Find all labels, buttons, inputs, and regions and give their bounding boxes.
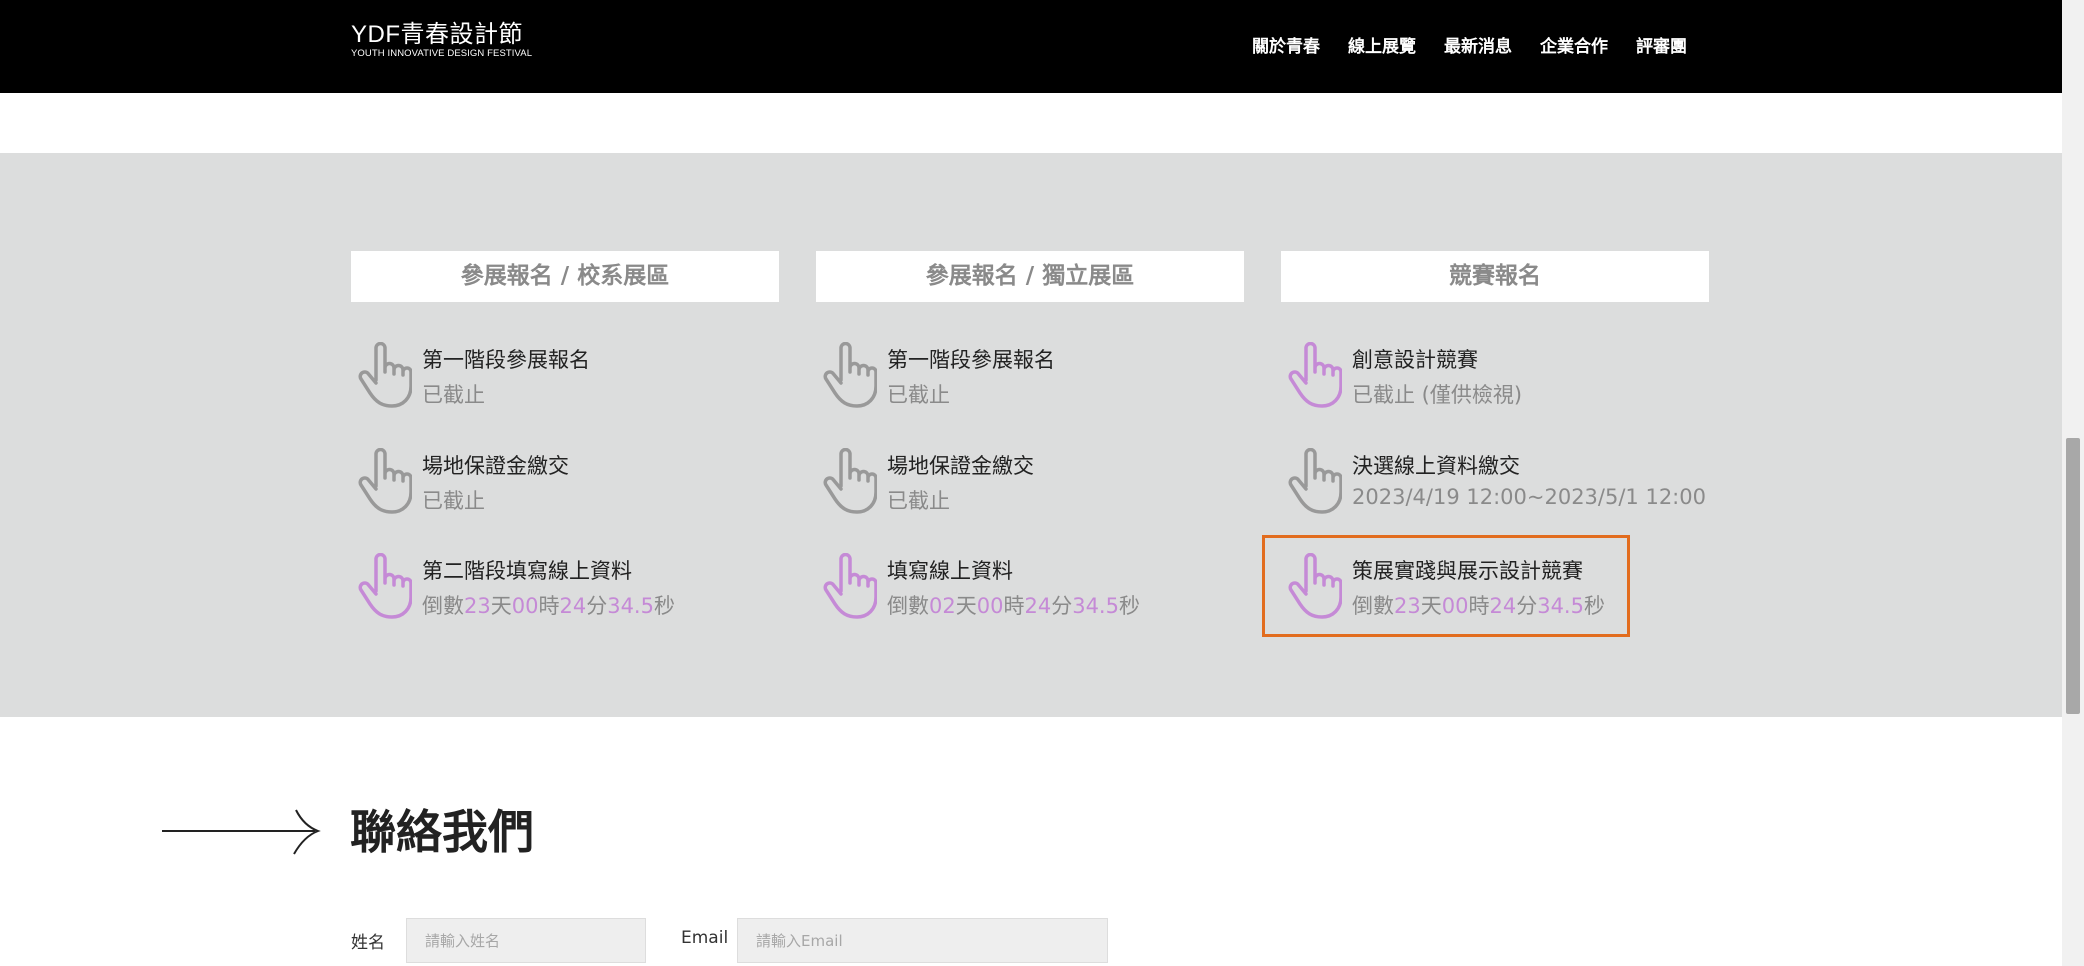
nav-item-jury[interactable]: 評審團 [1636, 32, 1687, 57]
reg-item-title: 策展實踐與展示設計競賽 [1352, 559, 1583, 583]
reg-item-status: 2023/4/19 12:00~2023/5/1 12:00 [1352, 485, 1706, 509]
reg-item-title: 場地保證金繳交 [887, 454, 1034, 478]
reg-item-title: 填寫線上資料 [887, 559, 1013, 583]
reg-item-stage1-signup[interactable]: 第一階段參展報名 已截止 [351, 342, 731, 414]
countdown: 倒數23天00時24分34.5秒 [422, 594, 675, 618]
countdown: 倒數23天00時24分34.5秒 [1352, 594, 1605, 618]
reg-item-deposit[interactable]: 場地保證金繳交 已截止 [351, 448, 731, 520]
countdown: 倒數02天00時24分34.5秒 [887, 594, 1140, 618]
hand-pointer-icon [1288, 448, 1342, 514]
hand-pointer-icon [823, 553, 877, 619]
reg-item-stage1-signup[interactable]: 第一階段參展報名 已截止 [816, 342, 1196, 414]
reg-item-status: 已截止 [887, 489, 950, 513]
hand-pointer-icon [1288, 342, 1342, 408]
reg-item-title: 創意設計競賽 [1352, 348, 1478, 372]
scrollbar-thumb[interactable] [2066, 438, 2080, 714]
reg-column-school: 參展報名 / 校系展區 第一階段參展報名 已截止 場地保證金繳交 已截止 第二階… [351, 251, 779, 619]
reg-item-status: 已截止 [887, 383, 950, 407]
reg-item-title: 第二階段填寫線上資料 [422, 559, 632, 583]
name-input[interactable] [406, 918, 646, 963]
email-input[interactable] [737, 918, 1108, 963]
hand-pointer-icon [823, 448, 877, 514]
hand-pointer-icon [823, 342, 877, 408]
reg-item-title: 第一階段參展報名 [887, 348, 1055, 372]
reg-column-independent: 參展報名 / 獨立展區 第一階段參展報名 已截止 場地保證金繳交 已截止 填寫線… [816, 251, 1244, 619]
reg-item-status: 已截止 (僅供檢視) [1352, 383, 1523, 407]
hand-pointer-icon [358, 553, 412, 619]
reg-item-status: 已截止 [422, 489, 485, 513]
column-header: 參展報名 / 獨立展區 [816, 251, 1244, 302]
column-header: 競賽報名 [1281, 251, 1709, 302]
hand-pointer-icon [1288, 553, 1342, 619]
logo-title: YDF青春設計節 [351, 21, 523, 48]
name-label: 姓名 [351, 933, 385, 953]
reg-item-title: 第一階段參展報名 [422, 348, 590, 372]
nav-item-about[interactable]: 關於青春 [1252, 32, 1320, 57]
reg-item-status: 已截止 [422, 383, 485, 407]
reg-item-deposit[interactable]: 場地保證金繳交 已截止 [816, 448, 1196, 520]
hand-pointer-icon [358, 342, 412, 408]
reg-item-online-data[interactable]: 填寫線上資料 倒數02天00時24分34.5秒 [816, 553, 1196, 625]
nav-item-online-exhibition[interactable]: 線上展覽 [1348, 32, 1416, 57]
page-scrollbar[interactable] [2062, 0, 2084, 966]
arrow-right-icon [162, 809, 321, 855]
top-nav-bar: YDF青春設計節 YOUTH INNOVATIVE DESIGN FESTIVA… [0, 0, 2062, 93]
hand-pointer-icon [358, 448, 412, 514]
column-header: 參展報名 / 校系展區 [351, 251, 779, 302]
reg-item-title: 決選線上資料繳交 [1352, 454, 1520, 478]
main-nav: 關於青春 線上展覽 最新消息 企業合作 評審團 [1252, 32, 1687, 57]
nav-item-news[interactable]: 最新消息 [1444, 32, 1512, 57]
logo-subtitle: YOUTH INNOVATIVE DESIGN FESTIVAL [351, 48, 533, 59]
reg-item-creative-design-competition[interactable]: 創意設計競賽 已截止 (僅供檢視) [1281, 342, 1661, 414]
nav-item-corporate[interactable]: 企業合作 [1540, 32, 1608, 57]
contact-title: 聯絡我們 [350, 805, 534, 859]
reg-item-final-data-submission[interactable]: 決選線上資料繳交 2023/4/19 12:00~2023/5/1 12:00 [1281, 448, 1706, 520]
site-logo[interactable]: YDF青春設計節 YOUTH INNOVATIVE DESIGN FESTIVA… [351, 22, 532, 60]
reg-column-competition: 競賽報名 創意設計競賽 已截止 (僅供檢視) 決選線上資料繳交 2023/4/1… [1262, 251, 1709, 637]
email-label: Email [681, 928, 729, 948]
reg-item-title: 場地保證金繳交 [422, 454, 569, 478]
reg-item-stage2-online-data[interactable]: 第二階段填寫線上資料 倒數23天00時24分34.5秒 [351, 553, 731, 625]
reg-item-curation-competition[interactable]: 策展實踐與展示設計競賽 倒數23天00時24分34.5秒 [1262, 535, 1661, 637]
registration-section: 參展報名 / 校系展區 第一階段參展報名 已截止 場地保證金繳交 已截止 第二階… [0, 153, 2062, 717]
